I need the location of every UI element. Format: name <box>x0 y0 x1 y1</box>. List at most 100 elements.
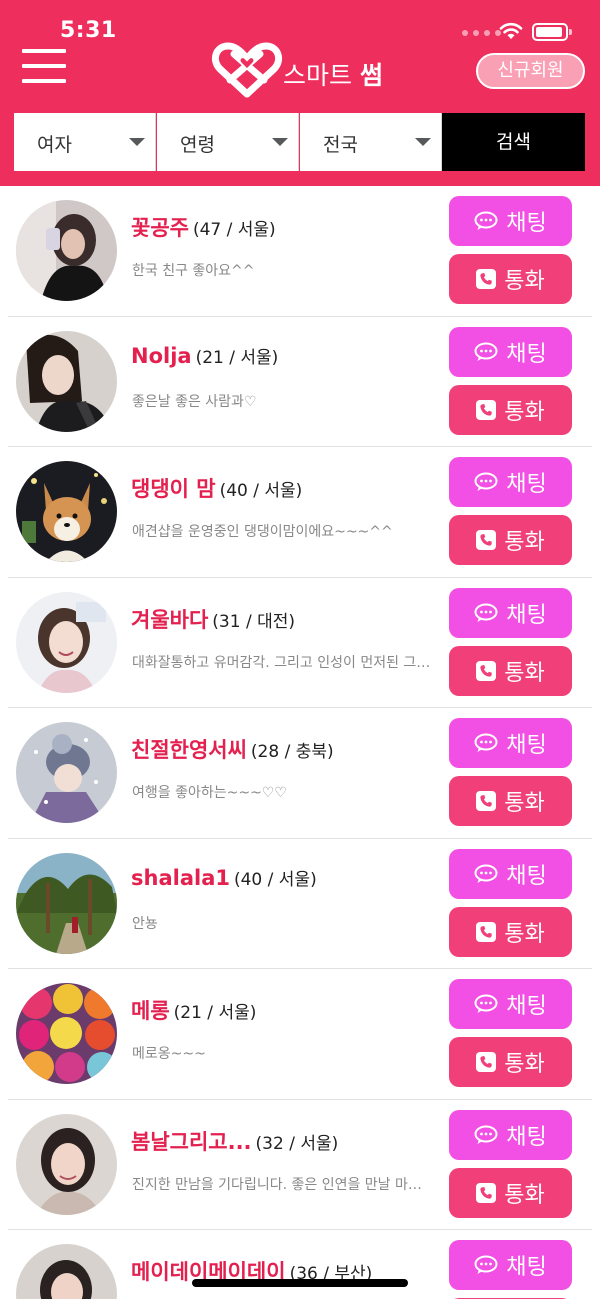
chat-button[interactable]: 채팅 <box>449 587 572 638</box>
chat-button-label: 채팅 <box>506 211 547 236</box>
photo-corgi-dog <box>16 461 117 562</box>
age-select-value: 연령 <box>180 134 215 156</box>
user-name-line: Nolja (21 / 서울) <box>131 343 278 368</box>
status-bar: 5:31 <box>0 0 600 48</box>
user-name-line: 메롱 (21 / 서울) <box>131 995 256 1025</box>
chat-button-label: 채팅 <box>506 472 547 497</box>
dropdown-arrow-icon <box>129 138 145 146</box>
search-button[interactable]: 검색 <box>442 113 585 171</box>
app-header: 5:31 스마트 썸 신규회원 여자 연령 전국 검색 <box>0 0 600 186</box>
wifi-icon <box>499 22 523 39</box>
call-button[interactable]: 통화 <box>449 906 572 957</box>
user-list-item[interactable]: Nolja (21 / 서울) 좋은날 좋은 사람과♡ 채팅 통화 <box>0 317 600 447</box>
user-name: 겨울바다 <box>131 607 209 632</box>
heart-knot-logo-icon <box>211 42 283 98</box>
user-list-item[interactable]: 메롱 (21 / 서울) 메로옹~~~ 채팅 통화 <box>0 969 600 1100</box>
phone-icon <box>476 530 497 550</box>
user-name: 꽃공주 <box>131 216 189 240</box>
region-select[interactable]: 전국 <box>300 113 442 171</box>
speech-bubble-icon <box>474 211 498 230</box>
search-filter-bar: 여자 연령 전국 검색 <box>14 113 586 171</box>
user-name: Nolja <box>131 343 192 368</box>
chat-button[interactable]: 채팅 <box>449 326 572 377</box>
call-button[interactable]: 통화 <box>449 1037 572 1087</box>
phone-icon <box>476 1182 497 1203</box>
chat-button[interactable]: 채팅 <box>449 718 572 768</box>
user-status-message: 여행을 좋아하는~~~♡♡ <box>132 785 287 801</box>
hamburger-menu-icon[interactable] <box>22 47 66 85</box>
avatar[interactable] <box>16 852 117 954</box>
chat-button[interactable]: 채팅 <box>449 1109 572 1160</box>
home-indicator <box>192 1279 408 1287</box>
signal-dots-icon <box>462 30 501 36</box>
user-list-item[interactable]: 친절한영서씨 (28 / 충북) 여행을 좋아하는~~~♡♡ 채팅 통화 <box>0 708 600 839</box>
user-name-line: 댕댕이 맘 (40 / 서울) <box>131 473 302 503</box>
phone-icon <box>476 660 497 681</box>
gender-select[interactable]: 여자 <box>14 113 156 171</box>
user-name: 친절한영서씨 <box>131 738 247 762</box>
call-button[interactable]: 통화 <box>449 515 572 565</box>
chat-button-label: 채팅 <box>506 863 547 889</box>
avatar[interactable] <box>16 722 117 823</box>
photo-woman-portrait <box>16 1113 117 1215</box>
speech-bubble-icon <box>474 1255 498 1274</box>
app-logo: 스마트 썸 <box>210 42 400 98</box>
user-list-item[interactable]: shalala1 (40 / 서울) 안뇽 채팅통화 <box>0 839 600 969</box>
call-button[interactable]: 통화 <box>449 645 572 696</box>
chat-button[interactable]: 채팅 <box>449 196 572 246</box>
speech-bubble-icon <box>474 603 498 622</box>
call-button[interactable]: 통화 <box>449 254 572 304</box>
avatar[interactable] <box>16 1244 117 1299</box>
battery-icon <box>532 23 572 41</box>
dropdown-arrow-icon <box>415 138 431 146</box>
phone-icon <box>476 921 497 942</box>
call-button[interactable]: 통화 <box>449 1167 572 1218</box>
phone-icon <box>476 399 497 420</box>
avatar[interactable] <box>16 330 117 432</box>
call-button[interactable]: 통화 <box>449 384 572 435</box>
phone-icon <box>476 269 497 289</box>
chat-button[interactable]: 채팅 <box>449 848 572 899</box>
speech-bubble-icon <box>474 864 498 883</box>
user-status-message: 대화잘통하고 유머감각. 그리고 인성이 먼저된 그… <box>132 654 431 671</box>
call-button[interactable]: 통화 <box>449 776 572 826</box>
logo-text: 스마트 썸 <box>283 61 383 90</box>
user-status-message: 안뇽 <box>132 915 158 932</box>
user-name-line: 꽃공주 (47 / 서울) <box>131 212 276 242</box>
user-list-item[interactable]: 겨울바다 (31 / 대전) 대화잘통하고 유머감각. 그리고 인성이 먼저된 그…… <box>0 578 600 708</box>
call-button-label: 통화 <box>504 1182 545 1208</box>
photo-woman-smiling <box>16 591 117 693</box>
chat-button[interactable]: 채팅 <box>449 979 572 1029</box>
user-age-region: (32 / 서울) <box>255 1133 339 1154</box>
chat-button[interactable]: 채팅 <box>449 1240 572 1290</box>
user-age-region: (40 / 서울) <box>233 869 317 890</box>
avatar[interactable] <box>16 591 117 693</box>
phone-icon <box>476 791 497 811</box>
age-select[interactable]: 연령 <box>157 113 299 171</box>
user-name: shalala1 <box>131 865 230 890</box>
chat-button-label: 채팅 <box>506 341 547 367</box>
speech-bubble-icon <box>474 1125 498 1144</box>
chat-button[interactable]: 채팅 <box>449 457 572 507</box>
call-button-label: 통화 <box>504 921 545 947</box>
avatar[interactable] <box>16 200 117 301</box>
signup-button[interactable]: 신규회원 <box>476 53 585 89</box>
avatar[interactable] <box>16 983 117 1084</box>
user-list-item[interactable]: 메이데이메이데이(36 / 부산)채팅통화 <box>0 1230 600 1299</box>
user-list-item[interactable]: 댕댕이 맘 (40 / 서울) 애견샵을 운영중인 댕댕이맘이에요~~~^^ 채팅 통화 <box>0 447 600 578</box>
dropdown-arrow-icon <box>272 138 288 146</box>
speech-bubble-icon <box>474 342 498 361</box>
user-age-region: (31 / 대전) <box>212 611 295 632</box>
user-list-item[interactable]: 봄날그리고... (32 / 서울) 진지한 만남을 기다립니다. 좋은 인연을 만… <box>0 1100 600 1230</box>
call-button-label: 통화 <box>504 1052 545 1077</box>
avatar[interactable] <box>16 461 117 562</box>
call-button-label: 통화 <box>504 530 545 555</box>
chat-button-label: 채팅 <box>506 1255 547 1280</box>
user-list-item[interactable]: 꽃공주 (47 / 서울) 한국 친구 좋아요^^ 채팅 통화 <box>0 186 600 317</box>
call-button-label: 통화 <box>504 399 545 425</box>
user-age-region: (21 / 서울) <box>173 1003 257 1023</box>
photo-yarn-balls <box>16 983 117 1084</box>
speech-bubble-icon <box>474 472 498 491</box>
avatar[interactable] <box>16 1113 117 1215</box>
speech-bubble-icon <box>474 994 498 1013</box>
